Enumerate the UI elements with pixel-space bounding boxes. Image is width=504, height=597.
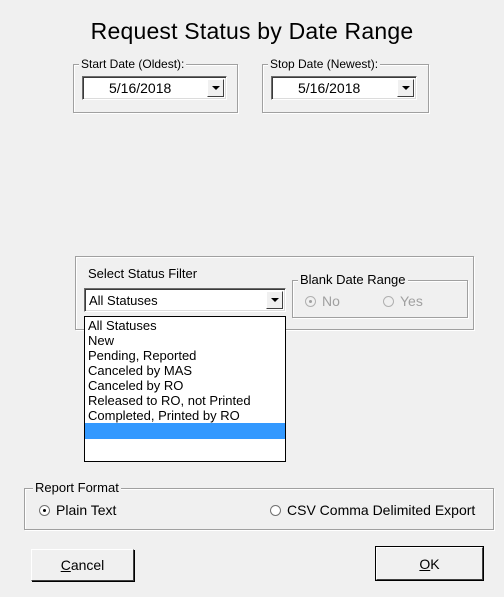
stop-date-value: 5/16/2018: [298, 80, 361, 96]
status-filter-dropdown-button[interactable]: [266, 291, 283, 309]
list-item-highlighted[interactable]: [85, 423, 285, 439]
blank-date-range-label: Blank Date Range: [298, 272, 408, 287]
blank-date-yes-label: Yes: [400, 293, 423, 309]
chevron-down-icon: [211, 86, 220, 90]
list-item[interactable]: New: [85, 333, 285, 348]
stop-date-dropdown-button[interactable]: [397, 79, 414, 97]
csv-export-radio[interactable]: CSV Comma Delimited Export: [270, 502, 475, 518]
start-date-label: Start Date (Oldest):: [79, 57, 187, 71]
status-filter-label: Select Status Filter: [88, 266, 198, 281]
ok-button-label: OK: [419, 555, 440, 572]
report-format-group: Report Format Plain Text CSV Comma Delim…: [24, 481, 494, 530]
list-item[interactable]: Canceled by MAS: [85, 363, 285, 378]
stop-date-group: Stop Date (Newest): 5/16/2018: [262, 57, 429, 113]
blank-date-range-group: Blank Date Range No Yes: [292, 273, 468, 318]
stop-date-label: Stop Date (Newest):: [268, 57, 381, 71]
ok-button[interactable]: OK: [375, 546, 484, 581]
blank-date-no-label: No: [322, 293, 340, 309]
csv-export-label: CSV Comma Delimited Export: [287, 502, 476, 518]
blank-date-yes-radio[interactable]: Yes: [383, 293, 423, 309]
radio-unchecked-icon: [383, 295, 394, 307]
radio-unchecked-icon: [270, 504, 281, 516]
cancel-button[interactable]: Cancel: [31, 549, 134, 581]
plain-text-radio[interactable]: Plain Text: [39, 502, 116, 518]
list-item[interactable]: All Statuses: [85, 318, 285, 333]
radio-checked-icon: [305, 295, 316, 307]
list-item[interactable]: Completed, Printed by RO: [85, 408, 285, 423]
stop-date-picker[interactable]: 5/16/2018: [271, 76, 417, 100]
status-filter-select[interactable]: All Statuses: [84, 288, 286, 312]
chevron-down-icon: [270, 298, 279, 302]
status-filter-listbox[interactable]: All Statuses New Pending, Reported Cance…: [84, 316, 286, 462]
report-format-label: Report Format: [33, 480, 121, 495]
plain-text-label: Plain Text: [56, 502, 117, 518]
dialog-title: Request Status by Date Range: [90, 18, 414, 44]
start-date-group: Start Date (Oldest): 5/16/2018: [73, 57, 238, 113]
start-date-value: 5/16/2018: [109, 80, 172, 96]
cancel-button-label: Cancel: [60, 557, 105, 573]
list-item[interactable]: Released to RO, not Printed: [85, 393, 285, 408]
list-item[interactable]: Canceled by RO: [85, 378, 285, 393]
blank-date-no-radio[interactable]: No: [305, 293, 340, 309]
start-date-picker[interactable]: 5/16/2018: [82, 76, 227, 100]
radio-checked-icon: [39, 504, 50, 516]
status-filter-value: All Statuses: [89, 292, 158, 308]
chevron-down-icon: [401, 86, 410, 90]
list-item[interactable]: Pending, Reported: [85, 348, 285, 363]
start-date-dropdown-button[interactable]: [207, 79, 224, 97]
